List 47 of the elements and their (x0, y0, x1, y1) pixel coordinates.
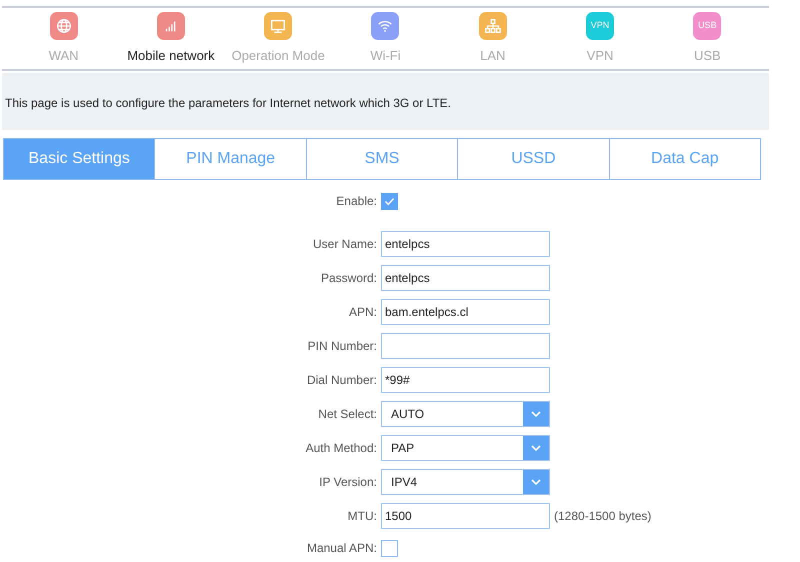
tile-label: USB (698, 19, 717, 32)
module-icon-tile[interactable] (371, 12, 400, 40)
field-hint: (1280-1500 bytes) (554, 508, 652, 524)
field-label: Manual APN: (306, 540, 377, 557)
text-field[interactable]: bam.entelpcs.cl (381, 298, 550, 324)
module-link[interactable]: Mobile network (127, 46, 215, 66)
network-tree-icon (484, 17, 502, 35)
module-icon-tile[interactable] (264, 12, 292, 40)
module-icon-tile[interactable] (478, 12, 507, 40)
field-label: Dial Number: (306, 372, 377, 388)
field-label: IP Version: (319, 474, 377, 490)
text-field[interactable] (381, 332, 550, 358)
checkbox[interactable] (381, 192, 398, 210)
text-field[interactable]: entelpcs (381, 264, 550, 290)
text-field[interactable]: 1500 (381, 502, 550, 528)
field-label: MTU: (348, 508, 377, 524)
field-label: PIN Number: (308, 338, 377, 354)
tab[interactable]: Basic Settings (4, 138, 154, 178)
globe-icon (54, 17, 73, 35)
field-label: Password: (320, 270, 377, 286)
tile-label: VPN (590, 19, 610, 32)
text-field[interactable]: entelpcs (381, 230, 550, 256)
module-link[interactable]: LAN (480, 46, 506, 66)
module-link[interactable]: WAN (48, 46, 79, 66)
field-label: User Name: (312, 236, 377, 252)
dropdown[interactable]: AUTO (381, 400, 550, 426)
field-label: Auth Method: (306, 440, 377, 456)
module-link[interactable]: Operation Mode (232, 46, 325, 66)
dropdown-value: IPV4 (390, 474, 418, 490)
checkbox[interactable] (381, 540, 398, 556)
dropdown-value: AUTO (390, 406, 426, 422)
description-text: This page is used to configure the parameters for Internet network which 3G or LTE. (5, 94, 451, 112)
dropdown[interactable]: IPV4 (381, 468, 550, 494)
field-label: Net Select: (318, 406, 377, 422)
module-icon-tile[interactable]: USB (693, 12, 722, 40)
text-field[interactable]: *99# (381, 366, 550, 392)
monitor-icon (269, 17, 288, 35)
field-label: Enable: (336, 193, 377, 210)
module-icon-tile[interactable] (156, 12, 185, 40)
module-link[interactable]: Wi-Fi (370, 46, 401, 66)
field-label: APN: (348, 304, 377, 320)
module-icon-tile[interactable]: VPN (586, 12, 614, 40)
module-link[interactable]: VPN (586, 46, 614, 66)
module-icon-tile[interactable] (50, 12, 78, 40)
dropdown[interactable]: PAP (381, 434, 550, 460)
module-link[interactable]: USB (694, 46, 721, 66)
dropdown-value: PAP (390, 440, 416, 456)
